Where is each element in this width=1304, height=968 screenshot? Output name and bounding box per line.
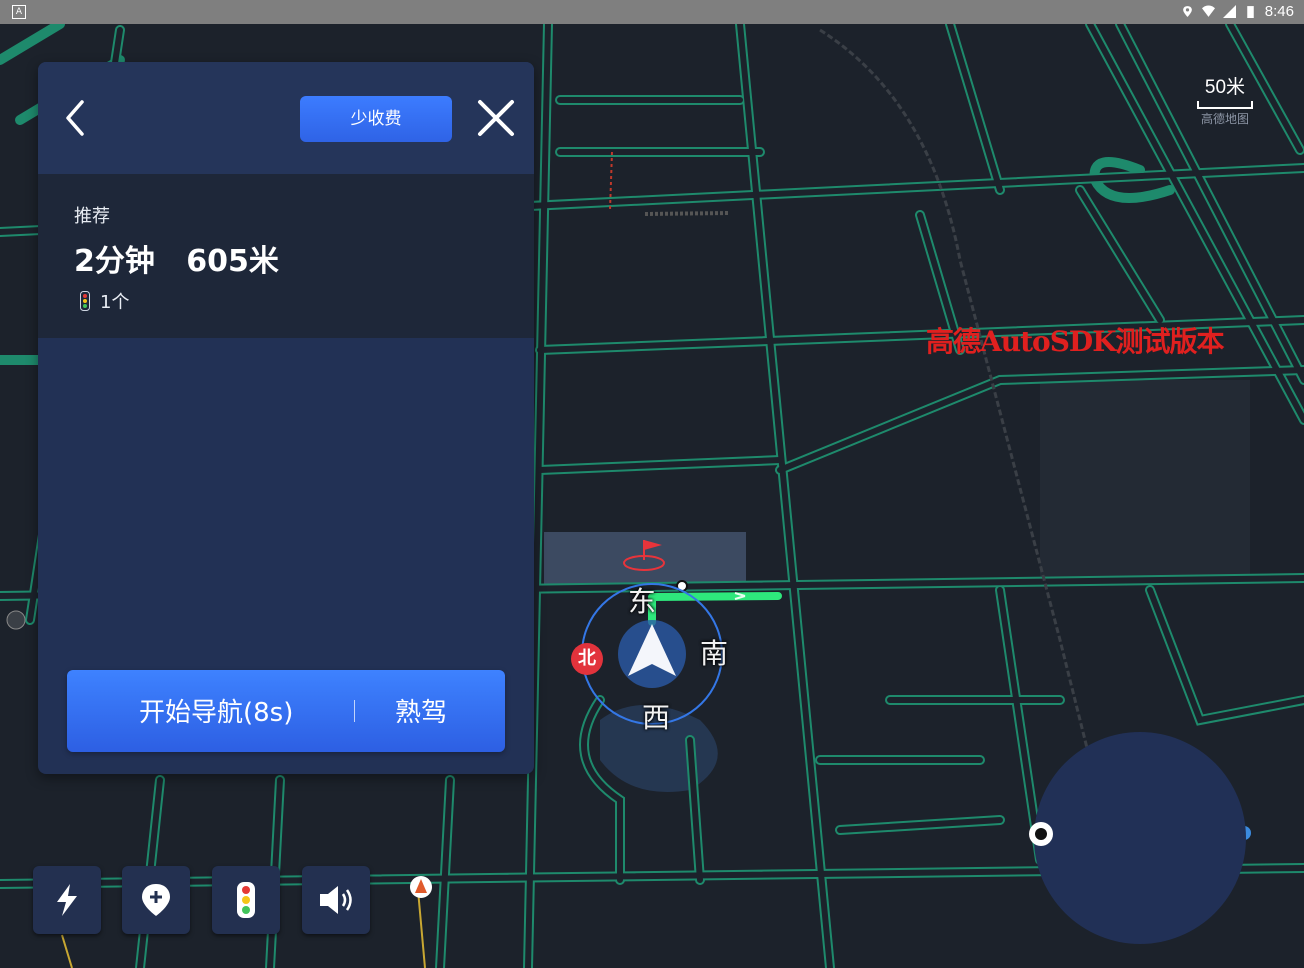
compass-north[interactable]: 北	[571, 643, 603, 675]
route-duration: 2分钟	[74, 244, 155, 279]
start-navigation-button[interactable]: 开始导航(8s) 熟驾	[67, 670, 505, 752]
route-panel: 少收费 推荐 2分钟 605米 1个 开始导航(8s) 熟驾	[38, 62, 534, 774]
traffic-light-icon	[80, 291, 90, 311]
route-summary: 2分钟 605米	[74, 236, 279, 280]
route-tag: 推荐	[74, 206, 110, 227]
lightning-icon	[57, 884, 77, 916]
clock: 8:46	[1264, 3, 1294, 20]
notification-icon: A	[12, 5, 26, 19]
close-icon[interactable]	[476, 98, 516, 138]
start-navigation-label[interactable]: 开始导航(8s)	[139, 692, 293, 729]
traffic-light-count: 1个	[80, 288, 129, 314]
add-poi-icon	[142, 884, 170, 916]
status-bar: A 8:46	[0, 0, 1304, 24]
less-toll-button[interactable]: 少收费	[300, 96, 452, 142]
traffic-button[interactable]	[212, 866, 280, 934]
traffic-light-count-label: 1个	[100, 292, 130, 313]
wifi-icon	[1201, 5, 1215, 17]
volume-icon	[320, 886, 352, 914]
test-watermark: 高德AutoSDK测试版本	[926, 325, 1225, 358]
signal-icon	[1222, 5, 1236, 18]
traffic-light-icon	[237, 882, 255, 918]
route-option-card[interactable]: 推荐 2分钟 605米 1个	[38, 174, 534, 338]
road-hazard-icon	[410, 876, 432, 898]
scale-value: 50米	[1204, 77, 1246, 98]
map-brand: 高德地图	[1200, 112, 1249, 126]
lightning-button[interactable]	[33, 866, 101, 934]
compass-south: 南	[700, 637, 729, 670]
location-icon	[1182, 6, 1192, 17]
map-overview-circle[interactable]	[1034, 732, 1246, 944]
compass-west: 西	[642, 701, 671, 734]
volume-button[interactable]	[302, 866, 370, 934]
scale-bar	[1197, 101, 1253, 109]
divider	[354, 700, 355, 722]
route-panel-header: 少收费	[38, 62, 534, 174]
familiar-mode-button[interactable]: 熟驾	[395, 692, 447, 729]
compass-east: 东	[628, 585, 657, 618]
add-poi-button[interactable]	[122, 866, 190, 934]
camera-icon	[1029, 822, 1053, 846]
back-icon[interactable]	[60, 98, 92, 138]
route-distance: 605米	[186, 244, 279, 279]
battery-icon	[1247, 6, 1254, 18]
map-scale: 50米 高德地图	[1196, 72, 1254, 127]
